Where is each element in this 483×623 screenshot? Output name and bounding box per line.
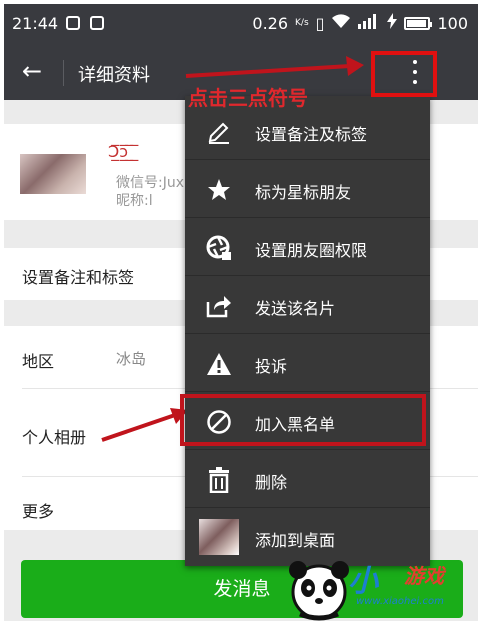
back-arrow-icon[interactable]: ← bbox=[22, 58, 42, 84]
menu-item-label: 添加到桌面 bbox=[255, 531, 336, 550]
profile-nickname: Ↄ̲̅ↄ̲̅ ̲̅ ̲̅ bbox=[108, 142, 139, 161]
page-title: 详细资料 bbox=[78, 65, 150, 86]
avatar-thumbnail bbox=[199, 518, 239, 556]
overflow-menu: 设置备注及标签 标为星标朋友 设置朋友圈权限 发送该名片 投诉 加入黑名单 删除… bbox=[185, 96, 430, 566]
wechat-id-label: 微信号: bbox=[116, 175, 163, 191]
aperture-lock-icon bbox=[205, 234, 233, 262]
wifi-icon bbox=[331, 13, 351, 33]
status-bar: 21:44 0.26 K/s ▯ 100 bbox=[4, 4, 478, 44]
battery-level: 100 bbox=[437, 13, 468, 33]
menu-item-delete[interactable]: 删除 bbox=[185, 450, 430, 508]
clock: 21:44 bbox=[12, 14, 59, 33]
network-speed-unit: K/s bbox=[295, 18, 309, 28]
menu-item-label: 设置朋友圈权限 bbox=[255, 241, 368, 260]
warning-icon bbox=[205, 350, 233, 378]
wechat-id: 微信号:Jux bbox=[116, 172, 184, 192]
panda-logo-icon bbox=[289, 561, 349, 621]
menu-item-label: 发送该名片 bbox=[255, 299, 336, 318]
battery-icon bbox=[404, 16, 433, 30]
highlight-box bbox=[180, 394, 426, 446]
annotation-arrow-icon bbox=[101, 408, 188, 442]
watermark: 小 游戏 www.xiaohei.com bbox=[286, 552, 476, 621]
menu-item-label: 标为星标朋友 bbox=[255, 183, 352, 202]
album-row[interactable]: 个人相册 bbox=[22, 424, 86, 448]
avatar bbox=[199, 519, 239, 555]
nickname-value: l bbox=[148, 193, 153, 209]
menu-item-label: 删除 bbox=[255, 473, 288, 492]
nickname-label: 昵称: bbox=[116, 193, 149, 209]
menu-item-report[interactable]: 投诉 bbox=[185, 334, 430, 392]
title-divider bbox=[63, 60, 64, 86]
trash-icon bbox=[205, 466, 233, 494]
wechat-id-value: Jux bbox=[162, 175, 185, 191]
status-right: 0.26 K/s ▯ 100 bbox=[252, 13, 468, 33]
region-value: 冰岛 bbox=[116, 350, 147, 368]
menu-item-moments-permission[interactable]: 设置朋友圈权限 bbox=[185, 218, 430, 276]
screen: 21:44 0.26 K/s ▯ 100 ← 详细资料 Ↄ̲̅ↄ̲̅ ̲̅ ̲̅… bbox=[4, 4, 478, 621]
more-row[interactable]: 更多 bbox=[22, 498, 54, 522]
charging-icon bbox=[387, 13, 398, 33]
watermark-url: www.xiaohei.com bbox=[356, 596, 444, 607]
network-speed: 0.26 bbox=[252, 13, 289, 33]
nickname-line: 昵称:l bbox=[116, 190, 153, 210]
avatar[interactable] bbox=[20, 154, 86, 194]
remark-label: 设置备注和标签 bbox=[22, 268, 135, 287]
menu-item-label: 设置备注及标签 bbox=[255, 125, 368, 144]
highlight-box bbox=[371, 51, 437, 97]
menu-item-send-card[interactable]: 发送该名片 bbox=[185, 276, 430, 334]
share-icon bbox=[205, 292, 233, 320]
star-icon bbox=[205, 176, 233, 204]
menu-item-star[interactable]: 标为星标朋友 bbox=[185, 160, 430, 218]
notification-icon bbox=[66, 16, 80, 30]
signal-icon bbox=[358, 13, 380, 33]
watermark-brand: 小 bbox=[348, 564, 378, 599]
menu-item-label: 投诉 bbox=[255, 357, 288, 376]
annotation-arrow-icon bbox=[185, 56, 364, 78]
watermark-brand-suffix: 游戏 bbox=[404, 564, 444, 588]
vibrate-icon: ▯ bbox=[315, 13, 325, 33]
annotation-text: 点击三点符号 bbox=[188, 86, 308, 110]
pencil-icon bbox=[205, 118, 233, 146]
region-label: 地区 bbox=[22, 352, 55, 371]
notification-icon bbox=[90, 16, 104, 30]
